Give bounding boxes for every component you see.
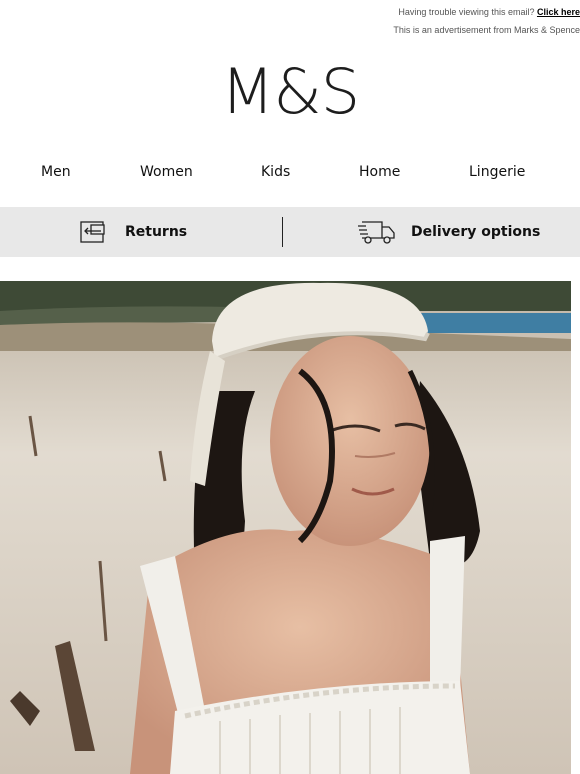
preheader: Having trouble viewing this email? Click…	[0, 0, 580, 40]
advertisement-notice: This is an advertisement from Marks & Sp…	[393, 25, 580, 35]
nav-item-home[interactable]: Home	[359, 164, 400, 180]
service-divider	[282, 217, 283, 247]
trouble-viewing-text: Having trouble viewing this email?	[398, 7, 537, 17]
nav-item-lingerie[interactable]: Lingerie	[469, 164, 525, 180]
returns-icon	[79, 220, 107, 244]
ms-logo[interactable]: M&S	[0, 56, 580, 128]
click-here-link[interactable]: Click here	[537, 7, 580, 17]
returns-label: Returns	[125, 224, 188, 240]
delivery-options-label: Delivery options	[411, 224, 541, 240]
delivery-truck-icon	[357, 218, 397, 246]
category-nav: Men Women Kids Home Lingerie	[0, 164, 580, 186]
nav-item-kids[interactable]: Kids	[261, 164, 290, 180]
nav-item-men[interactable]: Men	[41, 164, 71, 180]
trouble-viewing-line: Having trouble viewing this email? Click…	[398, 7, 580, 17]
returns-link[interactable]: Returns	[79, 207, 187, 257]
nav-item-women[interactable]: Women	[140, 164, 193, 180]
hero-image[interactable]	[0, 281, 571, 774]
service-bar: Returns Delivery options	[0, 207, 580, 257]
hero-model-photo	[0, 281, 571, 774]
delivery-options-link[interactable]: Delivery options	[357, 207, 540, 257]
